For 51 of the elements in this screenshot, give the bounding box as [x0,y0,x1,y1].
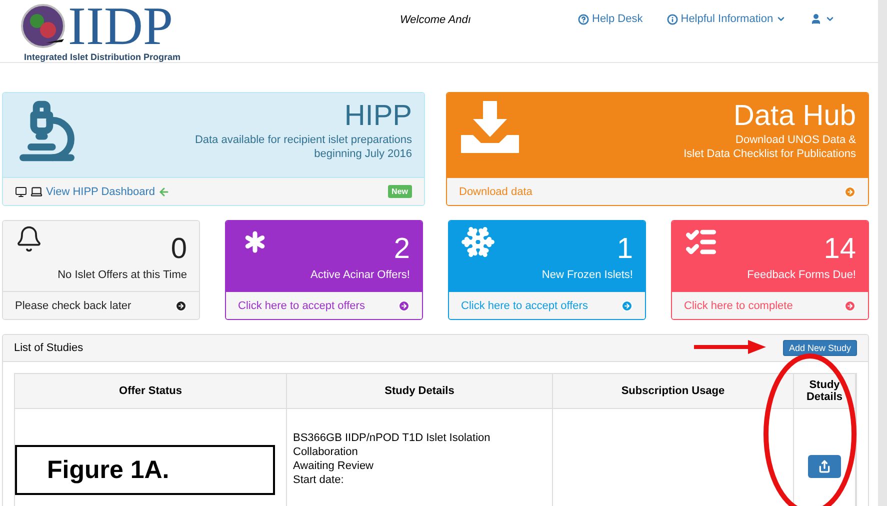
stat-label: Feedback Forms Due! [747,269,856,281]
stat-label: No Islet Offers at this Time [58,269,187,281]
caret-icon [776,14,786,24]
stat-label: Active Acinar Offers! [310,269,410,281]
card-title: Data Hub [733,99,856,133]
annotation-arrow [694,340,766,354]
card-description: beginning July 2016 [314,147,412,161]
stat-label: New Frozen Islets! [542,269,633,281]
column-header: Study Details [287,374,553,409]
figure-label: Figure 1A. [47,456,170,484]
arrow-circle-icon [398,300,410,312]
logo-text: IIDP [68,1,173,51]
scrollbar[interactable] [878,0,887,506]
column-header: Study Details [794,374,856,409]
caret-icon [825,14,836,24]
share-button[interactable] [808,455,841,478]
help-desk-link[interactable]: Help Desk [578,13,643,25]
bell-icon [15,225,43,253]
arrow-circle-icon [844,186,856,198]
monitor-icon [15,186,27,198]
islet-logo-icon [20,3,66,49]
card-link[interactable]: View HIPP Dashboard [15,185,170,198]
card-description: Data available for recipient islet preparations [194,133,412,147]
info-menu[interactable]: Helpful Information [666,13,786,25]
stat-count: 1 [616,232,633,267]
stat-count: 0 [170,232,187,267]
welcome-text: Welcome Andı [400,14,472,26]
new-badge: New [388,185,412,198]
card-description: Islet Data Checklist for Publications [684,147,856,161]
panel-title: List of Studies [14,342,84,354]
add-study-button[interactable]: Add New Study [782,340,857,356]
laptop-icon [30,185,43,198]
column-header: Subscription Usage [553,374,794,409]
card-title: HIPP [344,99,412,133]
stat-count: 14 [824,232,856,267]
help-icon [578,14,589,24]
arrow-circle-icon [844,300,856,312]
column-header: Offer Status [15,374,287,409]
arrow-circle-icon [621,300,633,312]
card-description: Download UNOS Data & [736,133,856,147]
logo-subtitle: Integrated Islet Distribution Program [24,52,182,62]
table-cell: BS366GB IIDP/nPOD T1D Islet Isolation Collaboration Awaiting Review Start date: [287,409,553,506]
info-icon [666,14,678,24]
stat-count: 2 [394,232,410,267]
user-menu[interactable] [810,13,836,25]
arrow-circle-icon [175,300,187,312]
arrow-left-icon [158,186,170,198]
download-icon [459,99,521,155]
card-link[interactable]: Download data [459,186,532,198]
user-icon [810,13,822,25]
snowflake-icon [461,225,495,259]
